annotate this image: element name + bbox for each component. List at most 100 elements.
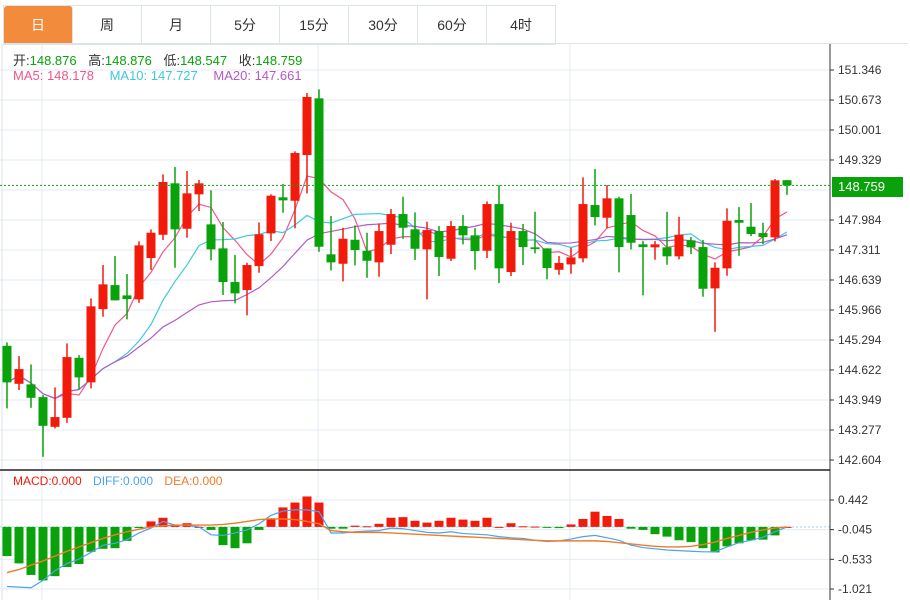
price-tick-label: 145.966 xyxy=(838,303,882,317)
macd-bar xyxy=(494,526,504,528)
grid xyxy=(0,44,830,600)
macd-bar xyxy=(422,522,432,527)
macd-bar xyxy=(602,515,612,527)
price-tick-label: 146.639 xyxy=(838,273,882,287)
candle-down xyxy=(110,285,120,301)
candle-down xyxy=(638,244,648,248)
tab-15min[interactable]: 15分 xyxy=(280,6,349,44)
candle-up xyxy=(158,182,168,235)
candle-down xyxy=(206,224,216,250)
price-tick-label: 151.346 xyxy=(838,63,882,77)
macd-tick-label: -0.533 xyxy=(838,552,872,566)
tab-week[interactable]: 周 xyxy=(73,6,142,44)
macd-tick-label: 0.442 xyxy=(838,493,868,507)
candle-down xyxy=(350,239,360,251)
macd-bar xyxy=(566,524,576,527)
candle-up xyxy=(386,214,396,245)
price-tick-label: 147.311 xyxy=(838,243,881,257)
macd-bar xyxy=(230,526,240,549)
candle-up xyxy=(62,357,72,418)
macd-bar xyxy=(590,511,600,527)
candle-down xyxy=(458,226,468,236)
macd-bar xyxy=(218,526,228,546)
macd-panel xyxy=(0,496,830,589)
low-label: 低: xyxy=(163,53,181,68)
ma-info: MA5: 148.178 MA10: 147.727 MA20: 147.661 xyxy=(13,68,310,83)
candle-down xyxy=(494,204,504,269)
candle-down xyxy=(434,231,444,258)
candle-up xyxy=(182,193,192,229)
candle-up xyxy=(482,204,492,251)
candle-down xyxy=(278,197,288,201)
candle-up xyxy=(146,232,156,259)
macd-tick-label: -1.021 xyxy=(838,582,872,596)
candle-down xyxy=(410,229,420,249)
price-tick-label: 143.277 xyxy=(838,423,882,437)
macd-bar xyxy=(62,526,72,568)
price-tick-label: 143.949 xyxy=(838,393,882,407)
candle-down xyxy=(74,357,84,378)
candle-down xyxy=(398,214,408,228)
tab-30min[interactable]: 30分 xyxy=(349,6,418,44)
candlestick-chart[interactable]: 151.346 150.673 150.001 149.329 147.984 147.3… xyxy=(0,0,910,600)
candle-up xyxy=(254,234,264,267)
candle-down xyxy=(122,295,132,300)
macd-bar xyxy=(686,526,696,543)
close-value: 148.759 xyxy=(255,53,303,68)
candle-up xyxy=(710,267,720,289)
open-value: 148.876 xyxy=(29,53,77,68)
ma5-value: MA5: 148.178 xyxy=(13,68,94,83)
candle-down xyxy=(530,247,540,250)
price-tick-label: 149.329 xyxy=(838,153,882,167)
candle-down xyxy=(2,345,12,383)
candle-up xyxy=(290,153,300,201)
price-tick-label: 144.622 xyxy=(838,363,882,377)
candle-up xyxy=(14,369,24,384)
candle-up xyxy=(98,284,108,310)
candle-down xyxy=(26,384,36,398)
macd-bar xyxy=(374,523,384,527)
macd-bar xyxy=(710,526,720,553)
price-tick-label: 150.001 xyxy=(838,123,882,137)
macd-bar xyxy=(338,526,348,529)
macd-bar xyxy=(530,526,540,528)
candle-up xyxy=(650,244,660,248)
macd-bar xyxy=(614,518,624,527)
ma20-value: MA20: 147.661 xyxy=(213,68,302,83)
macd-bar xyxy=(554,526,564,529)
macd-bar xyxy=(638,526,648,530)
macd-bar xyxy=(506,523,516,527)
tab-60min[interactable]: 60分 xyxy=(418,6,487,44)
macd-bar xyxy=(674,526,684,541)
tab-month[interactable]: 月 xyxy=(142,6,211,44)
candle-down xyxy=(170,183,180,230)
macd-bar xyxy=(26,526,36,575)
macd-bar xyxy=(206,526,216,530)
candle-down xyxy=(218,248,228,283)
candle-up xyxy=(446,226,456,259)
dea-value: DEA:0.000 xyxy=(164,474,223,488)
macd-bar xyxy=(2,526,12,557)
tab-4hour[interactable]: 4时 xyxy=(487,6,556,44)
high-value: 148.876 xyxy=(104,53,152,68)
ma5-line xyxy=(6,175,788,400)
candle-down xyxy=(626,215,636,243)
macd-bar xyxy=(578,518,588,527)
candle-down xyxy=(662,247,672,257)
candle-up xyxy=(266,195,276,234)
macd-bar xyxy=(518,526,528,528)
candle-down xyxy=(746,226,756,235)
candle-up xyxy=(602,198,612,218)
candle-down xyxy=(758,233,768,238)
candle-up xyxy=(134,245,144,300)
macd-bar xyxy=(254,526,264,530)
macd-bar xyxy=(662,526,672,537)
tab-5min[interactable]: 5分 xyxy=(211,6,280,44)
candle-down xyxy=(734,220,744,223)
candle-up xyxy=(554,263,564,270)
tab-day[interactable]: 日 xyxy=(4,6,73,44)
candle-down xyxy=(614,198,624,248)
macd-info: MACD:0.000 DIFF:0.000 DEA:0.000 xyxy=(13,474,230,488)
macd-bar xyxy=(14,526,24,564)
candle-down xyxy=(686,240,696,248)
